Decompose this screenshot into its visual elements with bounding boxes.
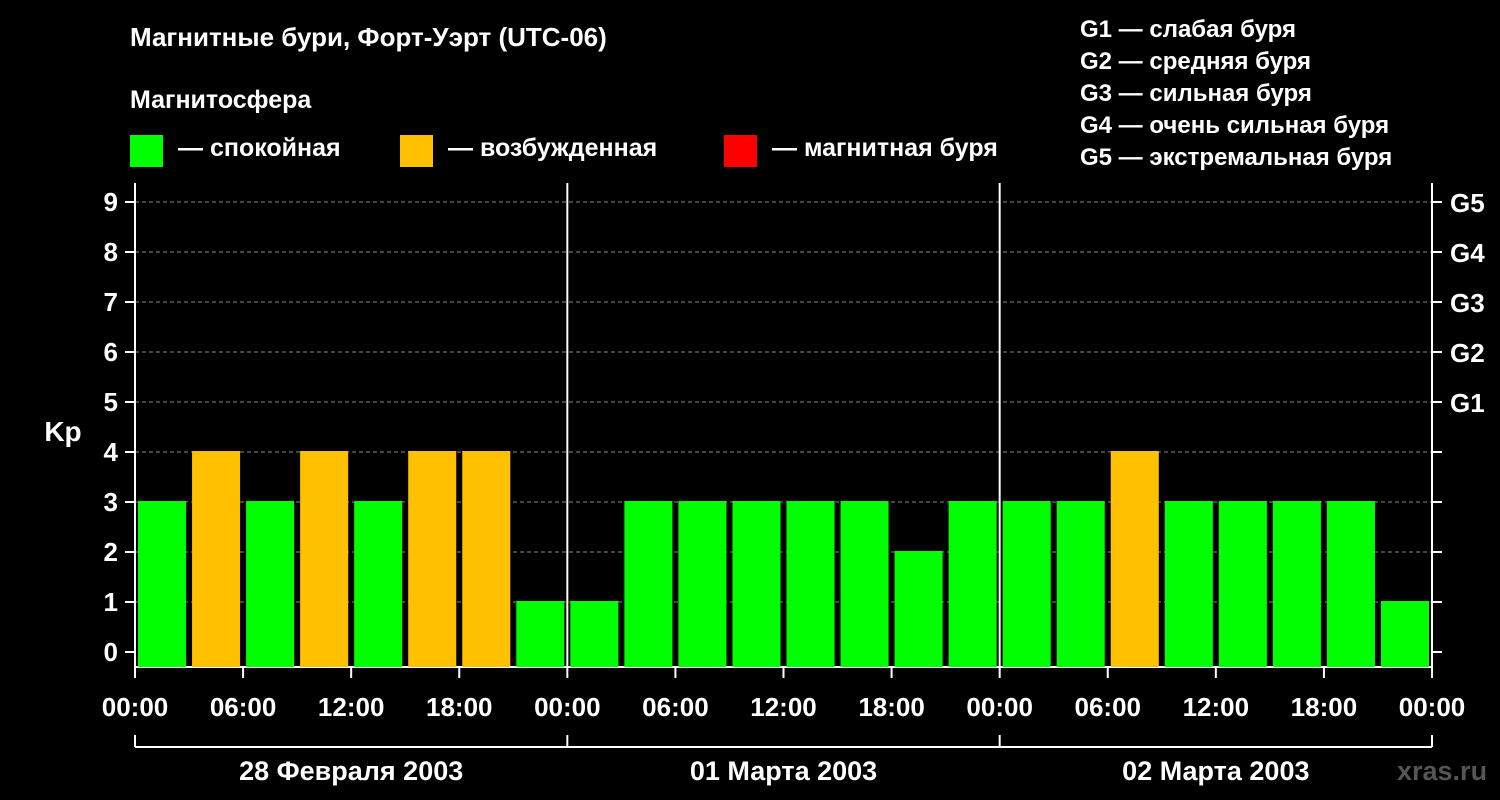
y-tick-label: 1: [104, 587, 118, 617]
x-tick-label: 18:00: [426, 692, 493, 722]
kp-bar: [1056, 501, 1105, 667]
kp-bar: [570, 601, 619, 667]
kp-bar: [1164, 501, 1213, 667]
kp-bar: [462, 451, 511, 667]
kp-bar: [138, 501, 187, 667]
y-tick-label: 5: [104, 387, 118, 417]
x-tick-label: 12:00: [1183, 692, 1250, 722]
x-tick-label: 00:00: [534, 692, 601, 722]
g-tick-label: G1: [1450, 388, 1485, 418]
kp-bar: [192, 451, 241, 667]
kp-bar: [948, 501, 997, 667]
kp-bar: [1326, 501, 1375, 667]
kp-bar: [246, 501, 295, 667]
y-tick-label: 3: [104, 487, 118, 517]
g-tick-label: G3: [1450, 288, 1485, 318]
y-tick-label: 4: [104, 437, 119, 467]
y-axis-label: Kp: [44, 416, 81, 447]
x-tick-label: 00:00: [1399, 692, 1466, 722]
watermark: xras.ru: [1397, 756, 1488, 786]
x-tick-label: 00:00: [102, 692, 169, 722]
kp-bar: [1002, 501, 1051, 667]
day-label: 01 Марта 2003: [690, 756, 877, 786]
kp-bar: [1110, 451, 1159, 667]
kp-bar: [1380, 601, 1429, 667]
kp-bar: [300, 451, 349, 667]
y-tick-label: 9: [104, 187, 118, 217]
x-tick-label: 12:00: [318, 692, 385, 722]
x-tick-label: 18:00: [1291, 692, 1358, 722]
kp-bar: [624, 501, 673, 667]
kp-bar: [516, 601, 565, 667]
y-tick-label: 7: [104, 287, 118, 317]
kp-bar: [894, 551, 943, 667]
day-label: 28 Февраля 2003: [239, 756, 463, 786]
y-tick-label: 6: [104, 337, 118, 367]
x-tick-label: 06:00: [642, 692, 709, 722]
x-tick-label: 18:00: [858, 692, 925, 722]
kp-bar: [732, 501, 781, 667]
x-tick-label: 12:00: [750, 692, 817, 722]
kp-bar: [1272, 501, 1321, 667]
x-tick-label: 00:00: [966, 692, 1033, 722]
kp-bar: [1218, 501, 1267, 667]
kp-bar: [786, 501, 835, 667]
day-label: 02 Марта 2003: [1122, 756, 1309, 786]
y-tick-label: 8: [104, 237, 118, 267]
kp-bar: [840, 501, 889, 667]
g-tick-label: G5: [1450, 188, 1485, 218]
g-tick-label: G2: [1450, 338, 1485, 368]
x-tick-label: 06:00: [1075, 692, 1142, 722]
kp-chart: 0 1 2 3 4 5 6 7 8 9 G1 G2 G3 G4 G5 Kp 00:00 06:00 12:00 18:…: [44, 183, 1485, 786]
kp-bar: [408, 451, 457, 667]
kp-bar: [354, 501, 403, 667]
x-tick-label: 06:00: [210, 692, 277, 722]
y-tick-label: 0: [104, 637, 118, 667]
g-tick-label: G4: [1450, 238, 1485, 268]
kp-bar: [678, 501, 727, 667]
y-tick-label: 2: [104, 537, 118, 567]
